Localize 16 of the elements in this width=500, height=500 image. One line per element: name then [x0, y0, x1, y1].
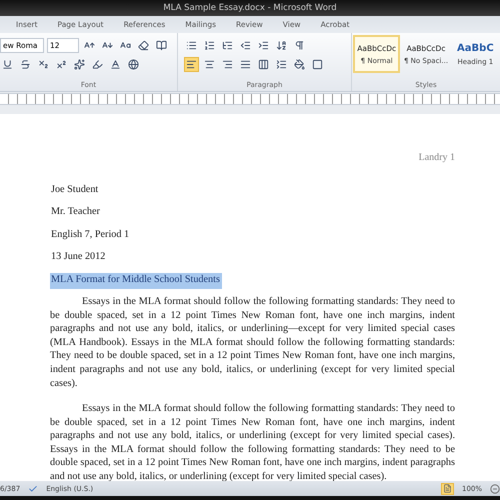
text-effects-icon[interactable] — [72, 56, 87, 72]
document-line: 13 June 2012 — [50, 250, 106, 264]
enclose-character-icon[interactable] — [126, 56, 141, 72]
body-paragraph: Essays in the MLA format should follow the following formatting standards: They need to be double spaced, set in a 12 point Times New Roman font, have one inch margins, indent paragraphs and not use any bold, italics, or underlining (except for very limited special cases). Essays in the MLA format should follow the following formatting standards: They need to be double spaced, set in a 12 point Times New Roman font, have one inch margins, indent paragraphs and not use any bold, italics, or underlining (except for very limited special cases). — [50, 402, 455, 481]
align-icon[interactable] — [184, 56, 199, 72]
print-layout-icon[interactable] — [440, 482, 454, 494]
document-line: English 7, Period 1 — [50, 228, 130, 242]
zoom-out-icon[interactable] — [490, 484, 500, 494]
ruler[interactable] — [0, 93, 500, 105]
window-title: MLA Sample Essay.docx - Microsoft Word — [163, 3, 337, 13]
document-line: Joe Student — [50, 183, 100, 197]
shading-icon[interactable] — [292, 56, 307, 72]
document-line: Mr. Teacher — [50, 205, 101, 220]
body-paragraph: Essays in the MLA format should follow the following formatting standards: They need to be double spaced, set in a 12 point Times New Roman font, have one inch margins, indent paragraphs and not use any bold, italics, or underlining—except for very limited special cases (MLA Handbook). Essays in the MLA format should follow the following formatting standards: They need to be double spaced, set in a 12 point Times New Roman font, have one inch margins, indent paragraphs and not use any bold, italics, or underlining (except for very limited special cases). — [50, 294, 455, 390]
proofing-icon[interactable] — [28, 484, 38, 494]
page-header: Landry 1 — [418, 152, 455, 163]
